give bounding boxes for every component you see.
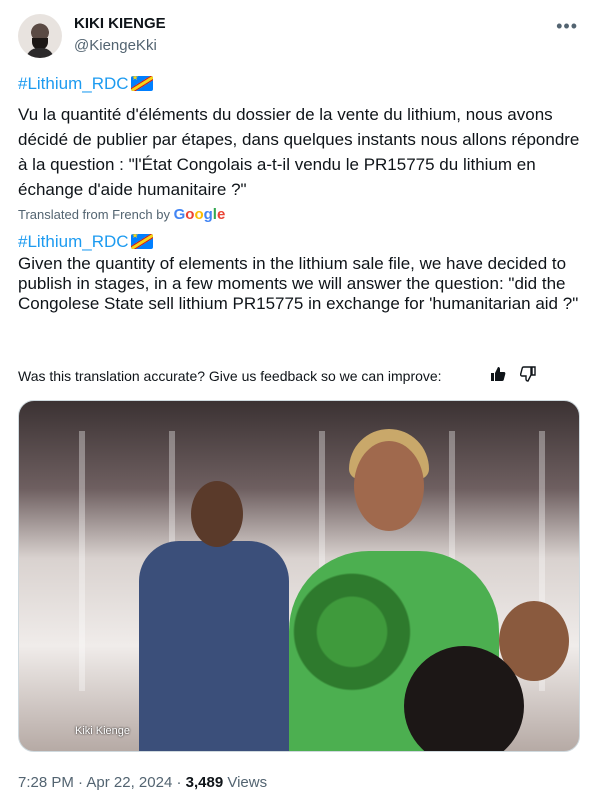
tweet-photo[interactable]: Kiki Kienge — [18, 400, 580, 752]
flag-drc-icon — [130, 76, 153, 91]
google-logo: Google — [173, 206, 226, 223]
author-display-name[interactable]: KIKI KIENGE — [74, 15, 166, 32]
hashtag-text[interactable]: #Lithium_RDC — [18, 74, 129, 93]
views-label: Views — [227, 774, 268, 791]
translated-attribution: Translated from French by Google — [18, 206, 225, 223]
tweet-text-french: Vu la quantité d'éléments du dossier de … — [18, 105, 580, 199]
more-horizontal-icon[interactable]: ••• — [556, 16, 578, 37]
man-figure — [139, 541, 289, 751]
avatar[interactable] — [18, 14, 62, 58]
author-handle[interactable]: @KiengeKki — [74, 37, 157, 54]
woman-head — [354, 441, 424, 531]
thumbs-down-icon[interactable] — [519, 366, 536, 387]
hashtag-en[interactable]: #Lithium_RDC — [18, 232, 153, 252]
tweet-meta: 7:28 PM · Apr 22, 2024 · 3,489 Views — [18, 774, 268, 791]
photo-watermark: Kiki Kienge — [75, 725, 131, 737]
tweet-text-english: Given the quantity of elements in the li… — [18, 254, 579, 313]
thumbs-up-icon[interactable] — [490, 366, 506, 387]
tweet-time[interactable]: 7:28 PM — [18, 774, 74, 791]
avatar-body — [26, 48, 54, 58]
hashtag-text-en[interactable]: #Lithium_RDC — [18, 232, 129, 251]
translation-feedback-prompt: Was this translation accurate? Give us f… — [18, 368, 442, 384]
views-count: 3,489 — [185, 774, 224, 791]
tweet-header: KIKI KIENGE @KiengeKki ••• — [18, 12, 580, 62]
translated-label: Translated from French by — [18, 207, 170, 222]
man-head — [191, 481, 243, 547]
flag-drc-icon — [130, 234, 153, 249]
tweet-date[interactable]: Apr 22, 2024 — [86, 774, 172, 791]
drape — [79, 431, 85, 691]
hashtag-fr[interactable]: #Lithium_RDC — [18, 74, 153, 94]
